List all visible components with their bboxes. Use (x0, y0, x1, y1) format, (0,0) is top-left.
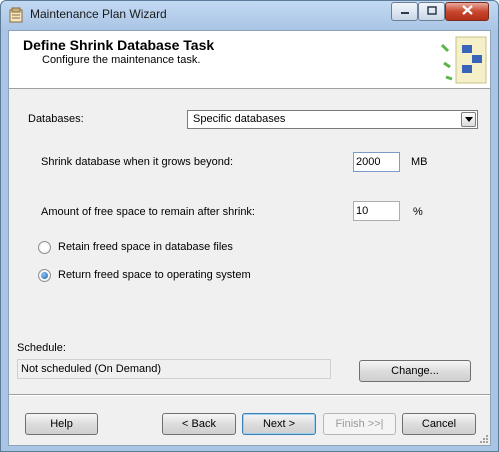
databases-select[interactable]: Specific databases (187, 110, 478, 129)
return-space-radio[interactable] (38, 269, 51, 282)
change-schedule-button[interactable]: Change... (359, 360, 471, 382)
footer-divider (9, 394, 490, 396)
resize-grip-icon[interactable] (477, 432, 489, 444)
cancel-button[interactable]: Cancel (402, 413, 476, 435)
databases-select-value: Specific databases (193, 113, 286, 125)
wizard-client-area: Define Shrink Database Task Configure th… (8, 30, 491, 446)
wizard-header: Define Shrink Database Task Configure th… (9, 31, 490, 89)
maintenance-plan-art-icon (434, 33, 488, 87)
close-icon (461, 5, 473, 18)
shrink-threshold-unit: MB (411, 156, 428, 168)
shrink-threshold-label: Shrink database when it grows beyond: (41, 156, 234, 168)
free-space-label: Amount of free space to remain after shr… (41, 206, 255, 218)
retain-space-label[interactable]: Retain freed space in database files (58, 241, 233, 253)
finish-button: Finish >>| (323, 413, 396, 435)
back-button[interactable]: < Back (162, 413, 236, 435)
help-button[interactable]: Help (25, 413, 98, 435)
shrink-threshold-input[interactable]: 2000 (353, 152, 400, 172)
retain-space-radio[interactable] (38, 241, 51, 254)
wizard-window: Maintenance Plan Wizard Define Shrink Da… (0, 0, 499, 452)
wizard-app-icon (8, 7, 24, 23)
schedule-value: Not scheduled (On Demand) (17, 359, 331, 379)
title-bar[interactable]: Maintenance Plan Wizard (1, 1, 498, 29)
chevron-down-icon[interactable] (461, 112, 476, 127)
return-space-label[interactable]: Return freed space to operating system (58, 269, 251, 281)
free-space-unit: % (413, 206, 423, 218)
page-subtitle: Configure the maintenance task. (42, 54, 201, 66)
databases-label: Databases: (28, 113, 84, 125)
next-button[interactable]: Next > (242, 413, 316, 435)
minimize-icon (400, 6, 410, 18)
maximize-icon (426, 5, 437, 18)
minimize-button[interactable] (391, 2, 418, 21)
page-title: Define Shrink Database Task (23, 37, 215, 53)
free-space-input[interactable]: 10 (353, 201, 400, 221)
close-button[interactable] (445, 2, 489, 21)
schedule-label: Schedule: (17, 342, 66, 354)
window-title: Maintenance Plan Wizard (30, 7, 167, 21)
maximize-button[interactable] (418, 2, 445, 21)
